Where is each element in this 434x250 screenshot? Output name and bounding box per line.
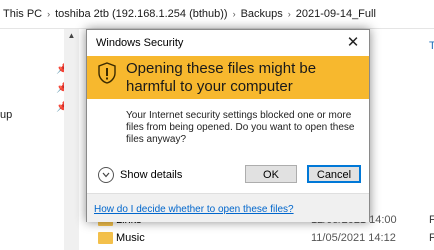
file-date: 11/05/2021 14:12	[311, 232, 396, 244]
warning-banner: Opening these files might be harmful to …	[87, 56, 369, 99]
dialog-heading: Opening these files might be harmful to …	[126, 60, 317, 95]
shield-warning-icon	[98, 62, 116, 84]
show-details-label: Show details	[120, 169, 183, 181]
breadcrumb-this-pc[interactable]: This PC	[0, 8, 45, 20]
help-link[interactable]: How do I decide whether to open these fi…	[94, 204, 294, 215]
chevron-right-icon: ›	[47, 9, 51, 19]
ok-button[interactable]: OK	[245, 165, 297, 183]
security-warning-dialog: Windows Security ✕ Opening these files m…	[86, 29, 370, 222]
address-bar[interactable]: This PC › toshiba 2tb (192.168.1.254 (bt…	[0, 0, 434, 29]
nav-item-label[interactable]: up	[0, 109, 12, 121]
breadcrumb-current-folder[interactable]: 2021-09-14_Full	[293, 8, 379, 20]
chevron-right-icon: ›	[287, 9, 291, 19]
dialog-titlebar[interactable]: Windows Security ✕	[87, 30, 369, 56]
file-name: Music	[116, 232, 145, 244]
breadcrumb-backups[interactable]: Backups	[238, 8, 286, 20]
column-header-type[interactable]: Ty	[429, 40, 434, 52]
cancel-button[interactable]: Cancel	[307, 165, 361, 183]
chevron-down-icon	[98, 167, 114, 183]
close-icon[interactable]: ✕	[343, 33, 363, 53]
dialog-footer: How do I decide whether to open these fi…	[87, 193, 369, 222]
file-row[interactable]: Music 11/05/2021 14:12 F	[80, 228, 434, 250]
show-details-toggle[interactable]: Show details	[98, 167, 182, 183]
folder-icon	[98, 232, 113, 244]
breadcrumb-network-drive[interactable]: toshiba 2tb (192.168.1.254 (bthub))	[52, 8, 230, 20]
file-type: F	[429, 232, 434, 244]
scroll-up-arrow-icon[interactable]: ▲	[64, 31, 79, 43]
dialog-title: Windows Security	[96, 37, 184, 49]
dialog-message: Your Internet security settings blocked …	[126, 110, 355, 145]
file-type: F	[429, 214, 434, 226]
chevron-right-icon: ›	[232, 9, 236, 19]
nav-scrollbar[interactable]	[64, 29, 79, 250]
